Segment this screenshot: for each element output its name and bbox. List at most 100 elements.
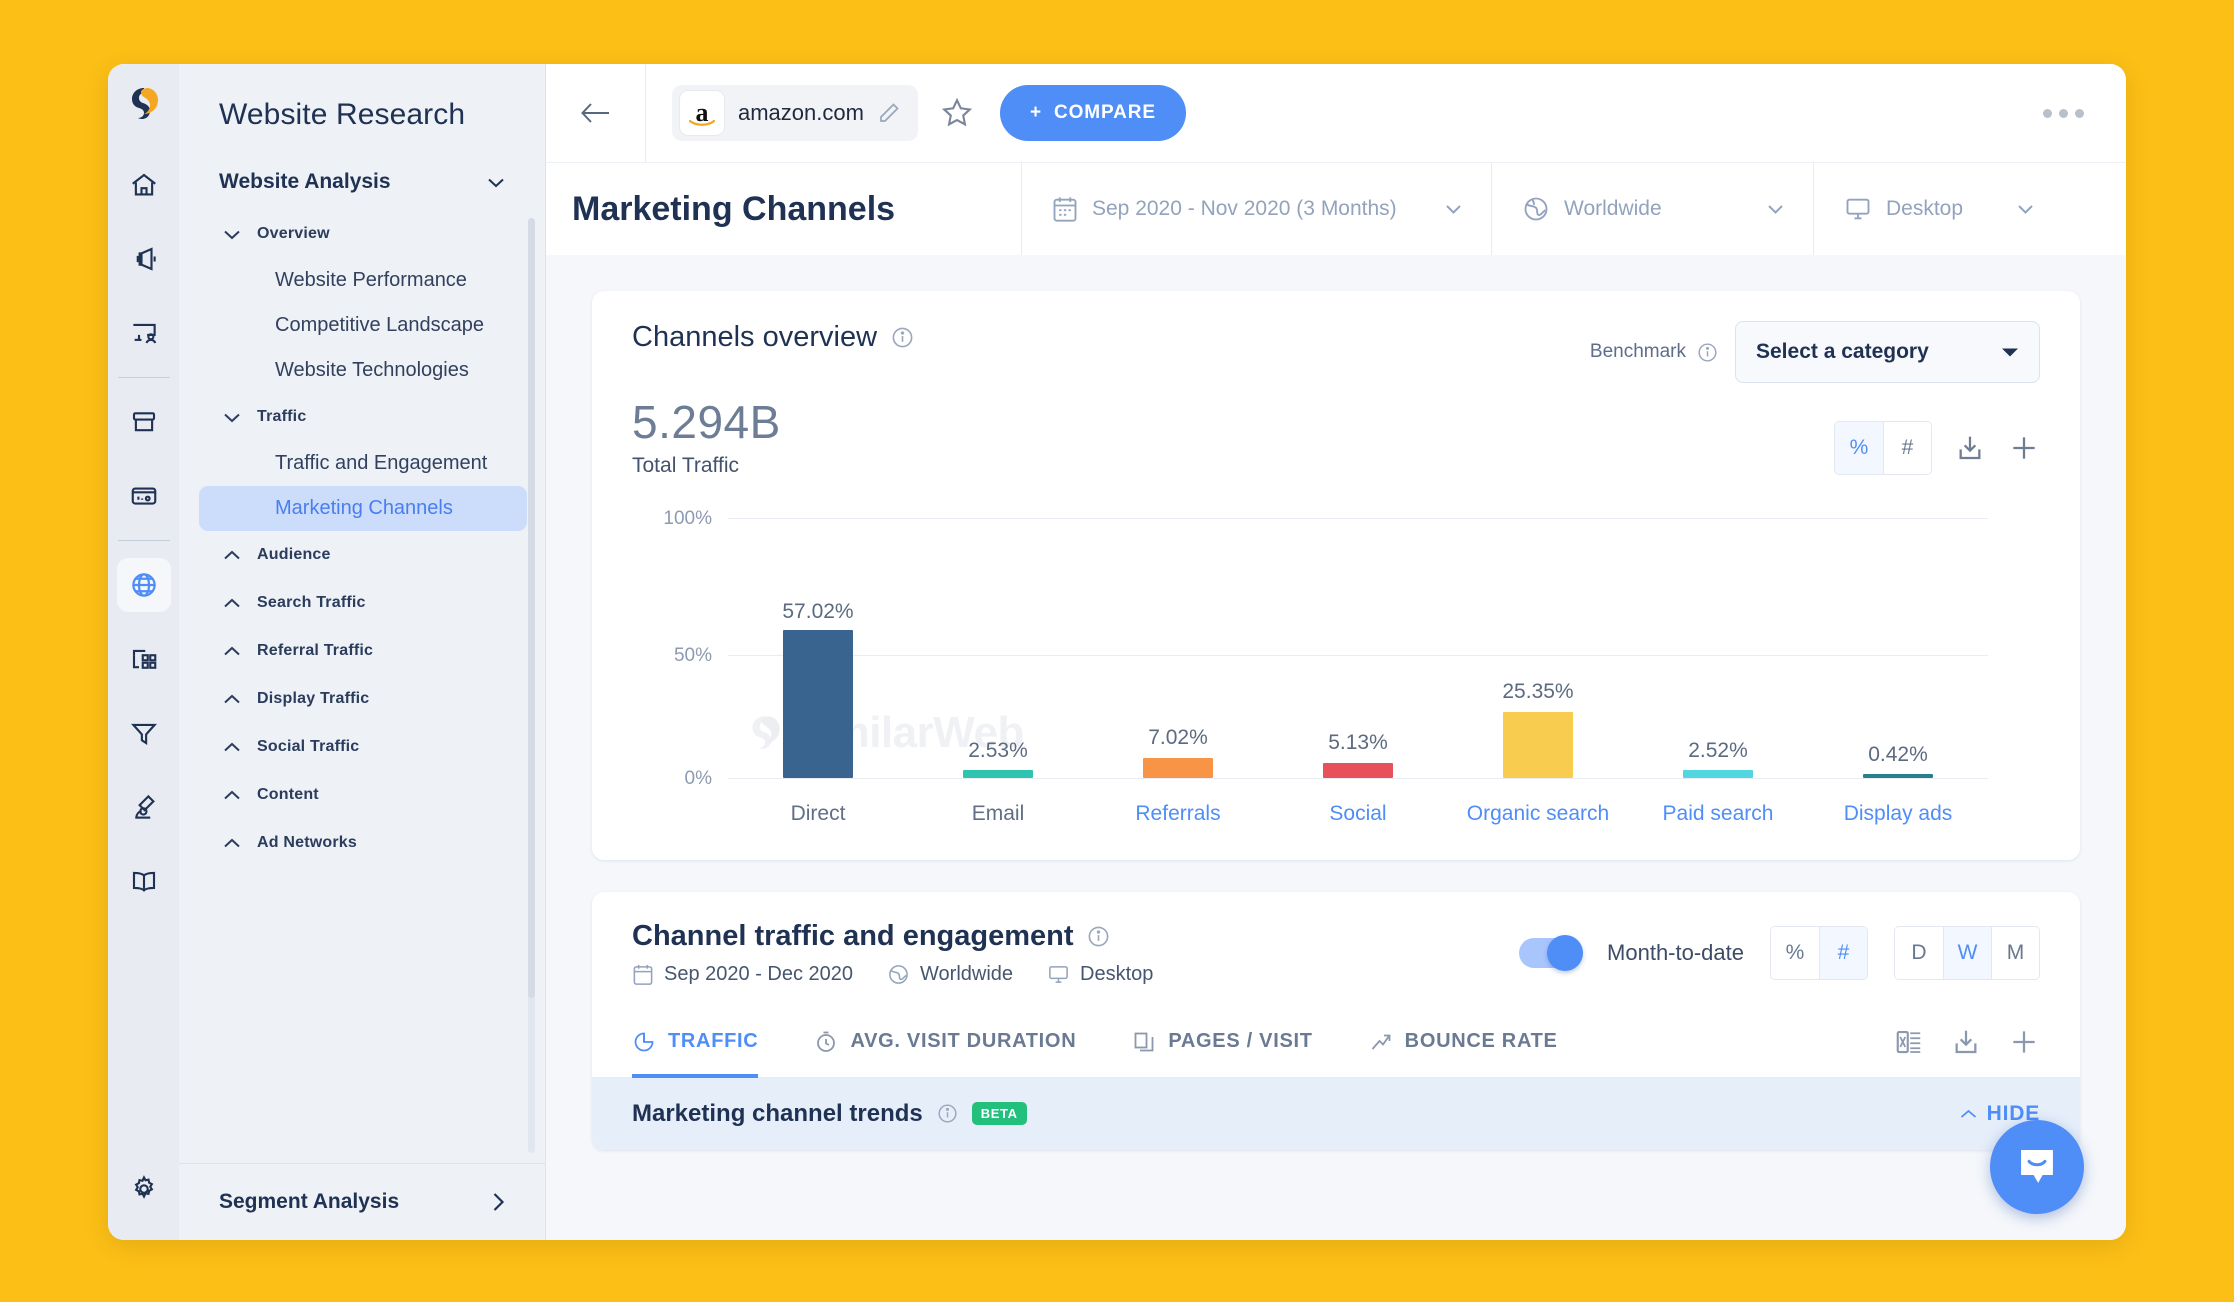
download-button[interactable] [1954, 432, 1986, 464]
engagement-unit-number[interactable]: # [1819, 927, 1867, 979]
granularity-week[interactable]: W [1943, 927, 1991, 979]
sidebar-item-funnel[interactable] [117, 706, 171, 760]
bar-column-paid-search[interactable]: 2.52% [1628, 504, 1808, 778]
star-outline-icon [940, 96, 974, 130]
month-to-date-toggle[interactable] [1519, 938, 1581, 968]
sidebar-scrollbar-thumb[interactable] [528, 218, 535, 998]
tab-bounce-rate-label: BOUNCE RATE [1405, 1030, 1558, 1053]
nav-section-website-analysis[interactable]: Website Analysis [179, 156, 545, 210]
nav-group-search-traffic[interactable]: Search Traffic [179, 579, 545, 627]
engagement-unit-percent[interactable]: % [1771, 927, 1819, 979]
page-heading: Marketing Channels [546, 163, 1021, 255]
nav-group-display-traffic[interactable]: Display Traffic [179, 675, 545, 723]
chevron-up-icon [223, 550, 241, 561]
bar-column-direct[interactable]: 57.02% [728, 504, 908, 778]
bar-column-email[interactable]: 2.53% [908, 504, 1088, 778]
tab-bounce-rate[interactable]: BOUNCE RATE [1369, 1012, 1558, 1078]
unit-toggle-percent[interactable]: % [1835, 422, 1883, 474]
sidebar-item-website-performance[interactable]: Website Performance [199, 258, 527, 303]
x-label-social[interactable]: Social [1268, 802, 1448, 826]
sidebar-item-products[interactable] [117, 395, 171, 449]
sidebar-item-marketing[interactable] [117, 232, 171, 286]
x-label-paid-search[interactable]: Paid search [1628, 802, 1808, 826]
marketing-channel-trends-bar: Marketing channel trends BETA HIDE [592, 1078, 2080, 1150]
info-icon[interactable] [1696, 342, 1719, 363]
nav-group-social-traffic[interactable]: Social Traffic [179, 723, 545, 771]
info-icon[interactable] [936, 1103, 959, 1124]
sidebar-item-traffic-and-engagement[interactable]: Traffic and Engagement [199, 441, 527, 486]
date-range-value: Sep 2020 - Nov 2020 (3 Months) [1092, 197, 1397, 221]
pencil-icon[interactable] [878, 102, 900, 124]
bar-organic-search[interactable] [1503, 712, 1573, 778]
engagement-add-button[interactable] [2008, 1026, 2040, 1058]
total-traffic-label: Total Traffic [632, 454, 2040, 478]
bar-column-social[interactable]: 5.13% [1268, 504, 1448, 778]
nav-group-referral-traffic[interactable]: Referral Traffic [179, 627, 545, 675]
sidebar-item-library[interactable] [117, 854, 171, 908]
engagement-download-button[interactable] [1950, 1026, 1982, 1058]
desktop-icon [1047, 963, 1070, 986]
bar-referrals[interactable] [1143, 758, 1213, 778]
sidebar-item-home[interactable] [117, 158, 171, 212]
geo-value: Worldwide [1564, 197, 1662, 221]
bar-column-organic-search[interactable]: 25.35% [1448, 504, 1628, 778]
globe-icon [1522, 195, 1550, 223]
engagement-device: Desktop [1080, 963, 1153, 986]
granularity-day[interactable]: D [1895, 927, 1943, 979]
info-icon[interactable] [1087, 925, 1110, 948]
bar-column-display-ads[interactable]: 0.42% [1808, 504, 1988, 778]
bar-paid-search[interactable] [1683, 770, 1753, 778]
tab-avg-visit-duration[interactable]: AVG. VISIT DURATION [814, 1012, 1076, 1078]
nav-group-content[interactable]: Content [179, 771, 545, 819]
geo-filter[interactable]: Worldwide [1491, 163, 1813, 255]
audience-screen-icon [129, 318, 159, 348]
sidebar-item-competitive-landscape[interactable]: Competitive Landscape [199, 303, 527, 348]
segment-analysis-label: Segment Analysis [219, 1190, 399, 1214]
nav-group-label: Social Traffic [257, 738, 359, 756]
compare-button[interactable]: + COMPARE [1000, 85, 1186, 141]
x-label-email: Email [908, 802, 1088, 826]
x-label-organic-search[interactable]: Organic search [1448, 802, 1628, 826]
sidebar-item-dashboards[interactable] [117, 469, 171, 523]
device-filter[interactable]: Desktop [1813, 163, 2063, 255]
bar-column-referrals[interactable]: 7.02% [1088, 504, 1268, 778]
intercom-chat-button[interactable] [1990, 1120, 2084, 1214]
excel-export-button[interactable] [1894, 1027, 1924, 1057]
sidebar-item-audience[interactable] [117, 306, 171, 360]
sidebar-item-apps[interactable] [117, 632, 171, 686]
add-to-dashboard-button[interactable] [2008, 432, 2040, 464]
back-button[interactable] [546, 64, 646, 162]
tab-pages-per-visit[interactable]: PAGES / VISIT [1132, 1012, 1312, 1078]
granularity-month[interactable]: M [1991, 927, 2039, 979]
nav-group-traffic[interactable]: Traffic [179, 393, 545, 441]
nav-group-ad-networks[interactable]: Ad Networks [179, 819, 545, 867]
sidebar-item-research[interactable] [117, 780, 171, 834]
calendar-icon [1052, 195, 1078, 223]
sidebar-item-settings[interactable] [117, 1162, 171, 1216]
x-label-referrals[interactable]: Referrals [1088, 802, 1268, 826]
bar-display-ads[interactable] [1863, 774, 1933, 778]
unit-toggle-number[interactable]: # [1883, 422, 1931, 474]
excel-export-icon [1894, 1027, 1924, 1057]
bar-email[interactable] [963, 770, 1033, 778]
category-select[interactable]: Select a category [1735, 321, 2040, 383]
info-icon[interactable] [891, 326, 914, 349]
x-label-display-ads[interactable]: Display ads [1808, 802, 1988, 826]
date-range-filter[interactable]: Sep 2020 - Nov 2020 (3 Months) [1021, 163, 1491, 255]
trends-title: Marketing channel trends BETA [632, 1100, 1027, 1128]
gridline-0 [728, 778, 1988, 779]
more-options-button[interactable] [2043, 109, 2084, 118]
sidebar-item-segment-analysis[interactable]: Segment Analysis [179, 1163, 545, 1240]
nav-group-audience[interactable]: Audience [179, 531, 545, 579]
sidebar-item-website-research[interactable] [117, 558, 171, 612]
bar-direct[interactable] [783, 630, 853, 778]
sidebar-item-marketing-channels[interactable]: Marketing Channels [199, 486, 527, 531]
tab-traffic[interactable]: TRAFFIC [632, 1012, 758, 1078]
bar-social[interactable] [1323, 763, 1393, 778]
similarweb-logo[interactable] [124, 84, 164, 124]
sidebar-item-website-technologies[interactable]: Website Technologies [199, 348, 527, 393]
bar-value-social: 5.13% [1328, 731, 1388, 755]
nav-group-overview[interactable]: Overview [179, 210, 545, 258]
site-chip[interactable]: a amazon.com [672, 85, 918, 141]
favorite-star-button[interactable] [940, 96, 974, 130]
